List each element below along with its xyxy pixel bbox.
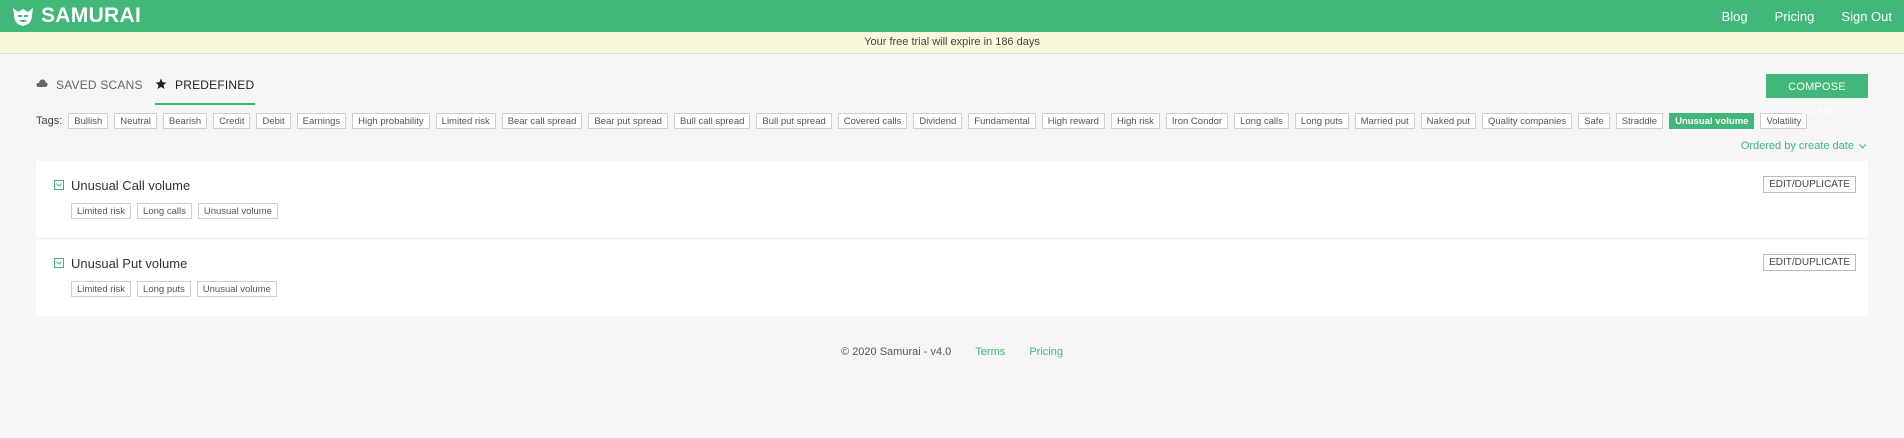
tag-chip[interactable]: High reward (1041, 113, 1105, 129)
tags-label: Tags: (36, 115, 63, 127)
tag-chip[interactable]: High probability (352, 113, 430, 129)
tag-chip[interactable]: Iron Condor (1165, 113, 1229, 129)
cloud-icon (36, 79, 48, 87)
scan-title[interactable]: Unusual Call volume (71, 178, 190, 193)
order-row: Ordered by create date (38, 131, 1866, 161)
edit-duplicate-button[interactable]: EDIT/DUPLICATE (1763, 176, 1856, 193)
tab-predefined[interactable]: PREDEFINED (155, 78, 256, 105)
tag-chip[interactable]: Bear call spread (501, 113, 583, 129)
star-icon (155, 78, 167, 89)
scan-tags: Limited risk Long puts Unusual volume (71, 281, 283, 297)
tag-chip[interactable]: Quality companies (1481, 113, 1573, 129)
tag-chip[interactable]: Married put (1354, 113, 1415, 129)
tag-chip[interactable]: Covered calls (837, 113, 908, 129)
tag-chip[interactable]: Straddle (1615, 113, 1664, 129)
tab-saved-scans[interactable]: SAVED SCANS (36, 78, 143, 102)
tag-list: Bullish Neutral Bearish Credit Debit Earnings… (68, 113, 1813, 129)
chevron-down-icon (56, 261, 62, 265)
logo-text: SAMURAI (41, 4, 142, 27)
scan-tag[interactable]: Limited risk (71, 281, 132, 297)
expand-toggle[interactable] (54, 180, 64, 190)
tag-chip[interactable]: Earnings (296, 113, 347, 129)
tags-row: Tags: Bullish Neutral Bearish Credit Debit Ea… (36, 111, 1868, 131)
compose-scan-button[interactable]: COMPOSE SCAN (1766, 74, 1868, 117)
tag-chip[interactable]: Bullish (68, 113, 109, 129)
tag-chip[interactable]: Long puts (1294, 113, 1349, 129)
tab-saved-label: SAVED SCANS (56, 78, 143, 92)
chevron-down-icon (1859, 144, 1866, 149)
top-nav: Blog Pricing Sign Out (1722, 9, 1892, 24)
expand-toggle[interactable] (54, 258, 64, 268)
nav-sign-out[interactable]: Sign Out (1841, 9, 1892, 24)
samurai-mask-icon (13, 8, 33, 26)
scan-tags: Limited risk Long calls Unusual volume (71, 203, 284, 219)
tab-predefined-label: PREDEFINED (175, 78, 255, 92)
tag-chip[interactable]: Neutral (114, 113, 157, 129)
scan-tag[interactable]: Unusual volume (196, 281, 277, 297)
tag-chip[interactable]: Bull put spread (756, 113, 832, 129)
order-dropdown[interactable]: Ordered by create date (1741, 140, 1866, 152)
tag-chip[interactable]: Bearish (162, 113, 208, 129)
footer-link-terms[interactable]: Terms (975, 346, 1005, 358)
copyright: © 2020 Samurai - v4.0 (841, 346, 952, 358)
tag-chip[interactable]: Naked put (1420, 113, 1476, 129)
order-label: Ordered by create date (1740, 140, 1854, 152)
footer: © 2020 Samurai - v4.0 Terms Pricing (0, 346, 1904, 358)
tag-chip[interactable]: Debit (256, 113, 291, 129)
scan-tag[interactable]: Unusual volume (197, 203, 278, 219)
footer-link-pricing[interactable]: Pricing (1029, 346, 1063, 358)
logo[interactable]: SAMURAI (10, 4, 141, 28)
tag-chip[interactable]: Safe (1578, 113, 1610, 129)
tag-chip[interactable]: Credit (213, 113, 251, 129)
scan-title[interactable]: Unusual Put volume (71, 256, 187, 271)
tag-chip[interactable]: Dividend (913, 113, 963, 129)
scan-card: Unusual Put volume Limited risk Long put… (36, 239, 1868, 316)
tag-chip[interactable]: Bull call spread (673, 113, 751, 129)
tag-chip[interactable]: Unusual volume (1669, 113, 1755, 129)
trial-banner: Your free trial will expire in 186 days (0, 32, 1904, 54)
top-bar: SAMURAI Blog Pricing Sign Out (0, 0, 1904, 32)
edit-duplicate-button[interactable]: EDIT/DUPLICATE (1763, 254, 1856, 271)
scan-tag[interactable]: Long puts (137, 281, 191, 297)
tag-chip[interactable]: Long calls (1234, 113, 1289, 129)
tag-chip[interactable]: Limited risk (435, 113, 496, 129)
scan-card: Unusual Call volume Limited risk Long ca… (36, 161, 1868, 239)
scan-tag[interactable]: Long calls (137, 203, 192, 219)
nav-blog[interactable]: Blog (1722, 9, 1748, 24)
nav-pricing[interactable]: Pricing (1775, 9, 1815, 24)
tag-chip[interactable]: Bear put spread (588, 113, 668, 129)
chevron-down-icon (56, 183, 62, 187)
scan-list: Unusual Call volume Limited risk Long ca… (36, 161, 1868, 316)
tag-chip[interactable]: Volatility (1760, 113, 1808, 129)
scan-tag[interactable]: Limited risk (71, 203, 132, 219)
tag-chip[interactable]: High risk (1110, 113, 1160, 129)
tag-chip[interactable]: Fundamental (968, 113, 1036, 129)
tabs-row: SAVED SCANS PREDEFINED COMPOSE SCAN (36, 54, 1868, 117)
